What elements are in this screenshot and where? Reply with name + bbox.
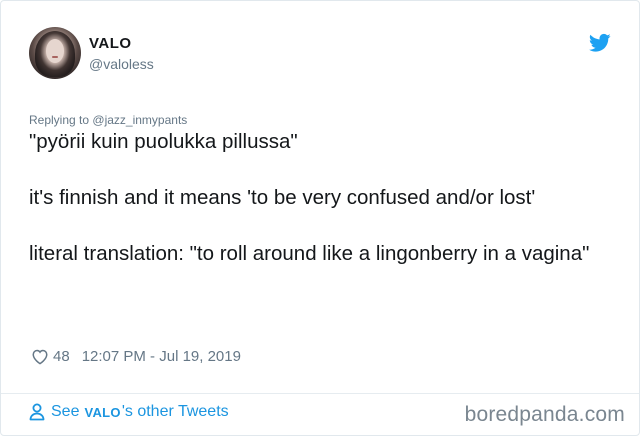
tweet-timestamp[interactable]: 12:07 PM - Jul 19, 2019	[82, 348, 241, 365]
divider	[1, 393, 639, 394]
tweet-header: VALO @valoless	[29, 27, 611, 83]
watermark: boredpanda.com	[464, 403, 625, 426]
avatar-face	[46, 39, 64, 63]
tweet-paragraph: "pyörii kuin puolukka pillussa"	[29, 130, 298, 153]
replying-to: Replying to @jazz_inmypants	[29, 113, 187, 127]
see-suffix: 's other Tweets	[121, 403, 229, 420]
tweet-card: VALO @valoless Replying to @jazz_inmypan…	[0, 0, 640, 436]
tweet-text: "pyörii kuin puolukka pillussa" it's fin…	[29, 128, 619, 296]
replying-handle-link[interactable]: @jazz_inmypants	[92, 113, 187, 127]
avatar-lip	[52, 56, 58, 58]
tweet-meta: 48 12:07 PM - Jul 19, 2019	[31, 345, 241, 367]
heart-icon[interactable]	[31, 348, 49, 365]
author-name[interactable]: VALO	[89, 35, 132, 52]
see-prefix: See	[51, 403, 80, 420]
avatar[interactable]	[29, 27, 81, 79]
replying-prefix: Replying to	[29, 113, 90, 127]
tweet-paragraph: it's finnish and it means 'to be very co…	[29, 186, 536, 209]
tweet-paragraph: literal translation: "to roll around lik…	[29, 242, 590, 265]
author-handle[interactable]: @valoless	[89, 56, 154, 72]
see-other-tweets-link[interactable]: See VALO 's other Tweets	[29, 403, 229, 421]
like-count[interactable]: 48	[53, 348, 70, 365]
see-author-name: VALO	[84, 404, 121, 420]
twitter-bird-icon[interactable]	[589, 33, 611, 53]
person-icon	[29, 403, 45, 421]
